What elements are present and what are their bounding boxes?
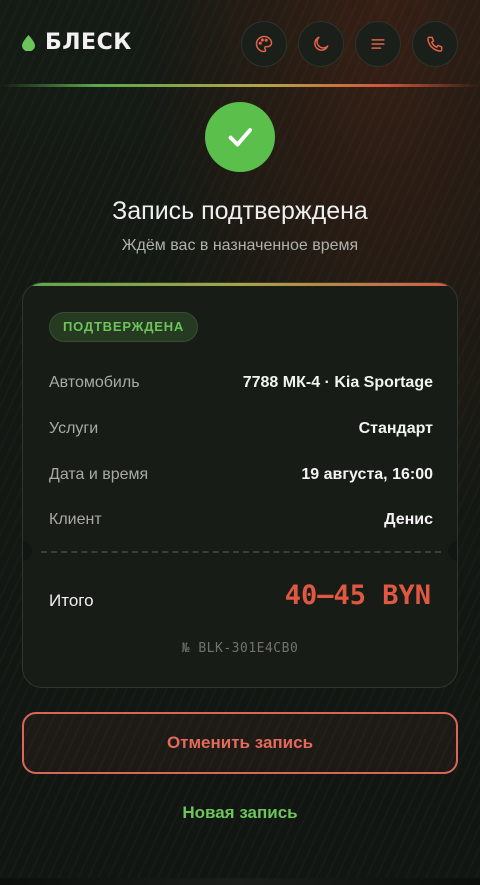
header: БЛЕСК (0, 0, 480, 87)
dashed-divider (41, 551, 441, 553)
detail-label: Услуги (49, 420, 99, 437)
bottom-edge (0, 878, 480, 885)
detail-value: 19 августа, 16:00 (301, 466, 433, 483)
header-actions (241, 21, 458, 67)
detail-row-client: Клиент Денис (49, 511, 433, 529)
detail-value: 7788 МК-4 · Kia Sportage (242, 374, 433, 391)
booking-reference: № BLK-301E4CB0 (181, 641, 299, 656)
page-subtitle: Ждём вас в назначенное время (121, 237, 359, 254)
detail-value: Денис (384, 511, 433, 528)
card-accent-bar (23, 283, 457, 286)
detail-label: Автомобиль (49, 374, 140, 391)
palette-button[interactable] (241, 21, 287, 67)
booking-card: ПОДТВЕРЖДЕНА Автомобиль 7788 МК-4 · Kia … (22, 282, 458, 688)
phone-button[interactable] (412, 21, 458, 67)
detail-label: Дата и время (49, 466, 149, 483)
ticket-notch-right (448, 541, 457, 561)
detail-row-datetime: Дата и время 19 августа, 16:00 (49, 466, 433, 484)
menu-button[interactable] (355, 21, 401, 67)
drop-icon (22, 34, 35, 51)
moon-icon (314, 36, 329, 51)
theme-toggle-button[interactable] (298, 21, 344, 67)
new-booking-link[interactable]: Новая запись (0, 803, 480, 823)
ticket-notch-left (23, 541, 32, 561)
header-divider (0, 84, 480, 87)
total-price: 40–45 BYN (284, 580, 431, 611)
logo[interactable]: БЛЕСК (22, 30, 132, 55)
page-title: Запись подтверждена (112, 197, 368, 225)
detail-row-services: Услуги Стандарт (49, 420, 433, 438)
success-check (205, 102, 275, 172)
status-badge: ПОДТВЕРЖДЕНА (49, 312, 199, 342)
detail-value: Стандарт (358, 420, 433, 437)
detail-label: Клиент (49, 511, 102, 528)
page: БЛЕСК Запись подтверждена Ждём вас в наз… (0, 0, 480, 885)
detail-row-car: Автомобиль 7788 МК-4 · Kia Sportage (49, 374, 433, 392)
checkmark-icon (228, 128, 252, 147)
cancel-booking-button[interactable]: Отменить запись (22, 712, 458, 774)
total-label: Итого (49, 591, 94, 610)
palette-icon (255, 35, 273, 53)
logo-text: БЛЕСК (45, 30, 132, 55)
menu-icon (371, 39, 385, 49)
phone-icon (427, 36, 443, 52)
